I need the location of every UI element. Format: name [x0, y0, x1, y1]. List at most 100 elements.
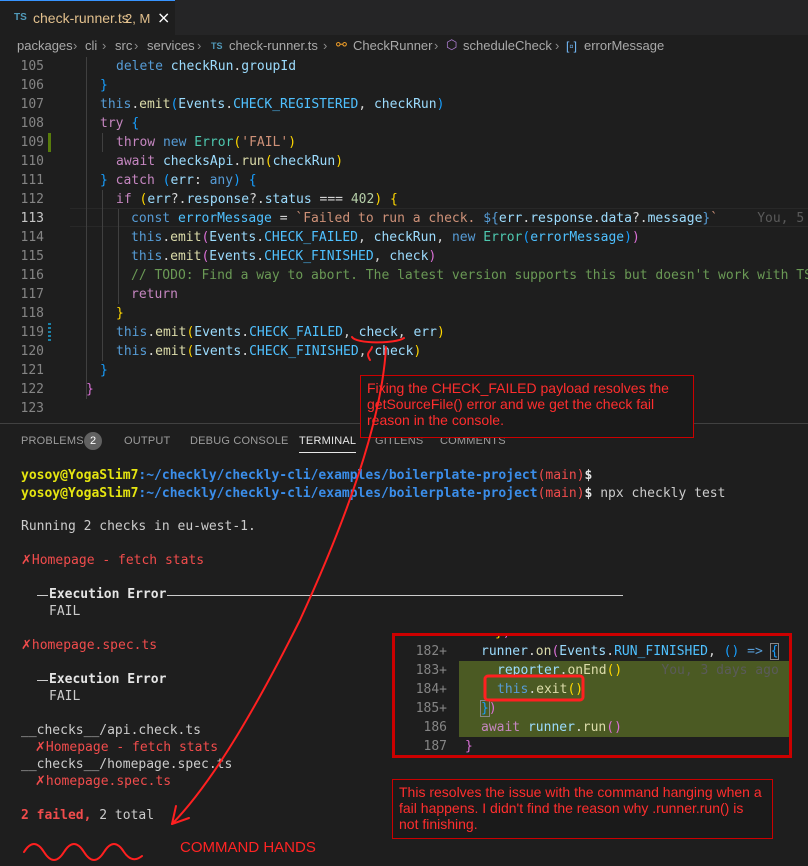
git-added-marker [48, 133, 51, 152]
summary-check-1: ✗Homepage - fetch stats [35, 740, 219, 755]
fail-x-icon: ✗ [35, 774, 46, 789]
line-number: 121 [20, 363, 44, 378]
code-line-112: if (err?.response?.status === 402) { [116, 192, 398, 207]
editor-tab-bar: TS check-runner.ts 2, M × [0, 0, 808, 35]
inset-code: } [465, 739, 473, 754]
annotation-note-payload: Fixing the CHECK_FAILED payload resolves… [360, 375, 694, 438]
code-line-108: try { [100, 116, 140, 131]
method-icon: ⬡ [446, 37, 458, 52]
annotation-arrowhead [171, 805, 190, 825]
indent-guide [102, 190, 103, 361]
summary-check-2: ✗homepage.spec.ts [35, 774, 172, 789]
fail-x-icon: ✗ [21, 553, 32, 568]
tab-output[interactable]: OUTPUT [124, 435, 170, 447]
code-line-113: const errorMessage = `Failed to run a ch… [131, 211, 805, 226]
fail-x-icon: ✗ [21, 638, 32, 653]
line-number: 111 [20, 173, 44, 188]
code-line-106: } [100, 78, 108, 93]
code-line-119: this.emit(Events.CHECK_FAILED, check, er… [116, 325, 445, 340]
line-number: 118 [20, 306, 44, 321]
code-line-117: return [131, 287, 178, 302]
terminal-prompt-line: yosoy@YogaSlim7:~/checkly/checkly-cli/ex… [21, 468, 593, 483]
line-number: 110 [20, 154, 44, 169]
indent-guide [102, 133, 103, 152]
typescript-file-icon: TS [211, 41, 223, 51]
terminal-command-line: yosoy@YogaSlim7:~/checkly/checkly-cli/ex… [21, 486, 726, 501]
inset-line-number: 182+ [415, 644, 447, 659]
code-line-105: delete checkRun.groupId [116, 59, 297, 74]
line-number: 114 [20, 230, 44, 245]
terminal-running-text: Running 2 checks in eu-west-1. [21, 519, 256, 534]
breadcrumb-method[interactable]: scheduleCheck [463, 38, 552, 53]
inset-line-number: 188 [403, 756, 447, 758]
inset-code: this.exit() [497, 682, 584, 697]
line-number: 117 [20, 287, 44, 302]
divider [167, 595, 623, 596]
line-number: 105 [20, 59, 44, 74]
inset-line-number: 187 [423, 739, 447, 754]
execution-error-label: Execution Error [49, 672, 167, 687]
inset-line-number: 186 [423, 720, 447, 735]
tab-check-runner[interactable]: TS check-runner.ts 2, M × [0, 0, 175, 35]
line-number: 120 [20, 344, 44, 359]
chevron-right-icon: › [102, 38, 107, 53]
line-number: 107 [20, 97, 44, 112]
line-number: 119 [20, 325, 44, 340]
summary-file-2: __checks__/homepage.spec.ts [21, 757, 233, 772]
inset-code: runner.on(Events.RUN_FINISHED, () => { [481, 643, 780, 660]
added-line-bg [459, 699, 789, 718]
tab-debug-console[interactable]: DEBUG CONSOLE [190, 435, 289, 447]
inset-code: }) [480, 700, 497, 717]
breadcrumb-src[interactable]: src [115, 38, 132, 53]
code-line-107: this.emit(Events.CHECK_REGISTERED, check… [100, 97, 445, 112]
check-result-2: ✗homepage.spec.ts [21, 638, 158, 653]
code-line-115: this.emit(Events.CHECK_FINISHED, check) [131, 249, 437, 264]
indent-guide [86, 57, 87, 399]
code-line-118: } [116, 306, 124, 321]
fail-text: FAIL [49, 604, 81, 619]
breadcrumb: packages › cli › src › services › TS che… [0, 35, 808, 57]
line-number: 113 [20, 211, 44, 226]
breadcrumb-packages[interactable]: packages [17, 38, 73, 53]
code-line-109: throw new Error('FAIL') [116, 135, 297, 150]
code-line-122: } [86, 382, 94, 397]
fail-text: FAIL [49, 689, 81, 704]
summary-totals: 2 failed, 2 total [21, 808, 155, 823]
inset-line-number [403, 636, 447, 642]
git-modified-marker [48, 323, 51, 342]
annotation-command-hands: COMMAND HANDS [180, 839, 316, 856]
line-number: 106 [20, 78, 44, 93]
tab-terminal[interactable]: TERMINAL [299, 435, 357, 453]
indent-guide [118, 209, 119, 304]
breadcrumb-class[interactable]: CheckRunner [353, 38, 433, 53]
code-editor[interactable]: 105 106 107 108 109 110 111 112 113 114 115 116 117 1… [0, 57, 808, 419]
code-line-120: this.emit(Events.CHECK_FINISHED, check) [116, 344, 422, 359]
chevron-right-icon: › [323, 38, 328, 53]
chevron-right-icon: › [134, 38, 139, 53]
chevron-right-icon: › [197, 38, 202, 53]
breadcrumb-file[interactable]: check-runner.ts [229, 38, 318, 53]
tab-git-status: 2, M [125, 11, 151, 26]
line-number: 122 [20, 382, 44, 397]
breadcrumb-cli[interactable]: cli [85, 38, 97, 53]
code-line-121: } [100, 363, 108, 378]
annotation-note-hanging: This resolves the issue with the command… [392, 779, 773, 839]
inset-code: await runner.run() [481, 720, 622, 735]
summary-file-1: __checks__/api.check.ts [21, 723, 202, 738]
inset-code: reporter.onEnd() You, 3 days ago [497, 663, 779, 678]
annotation-squiggle [23, 843, 143, 861]
inset-line-number: 184+ [415, 682, 447, 697]
breadcrumb-variable[interactable]: errorMessage [584, 38, 664, 53]
class-icon: ⚯ [336, 37, 347, 52]
tab-problems[interactable]: PROBLEMS [21, 435, 84, 447]
inset-line-number: 185+ [415, 701, 447, 716]
execution-error-label: Execution Error [49, 587, 167, 602]
problems-count-badge: 2 [84, 432, 102, 450]
inset-line-number: 183+ [415, 663, 447, 678]
inset-code: }) [495, 636, 511, 642]
close-icon[interactable]: × [157, 8, 170, 27]
breadcrumb-services[interactable]: services [147, 38, 195, 53]
tab-filename: check-runner.ts [33, 10, 129, 26]
chevron-right-icon: › [555, 38, 560, 53]
line-number: 116 [20, 268, 44, 283]
